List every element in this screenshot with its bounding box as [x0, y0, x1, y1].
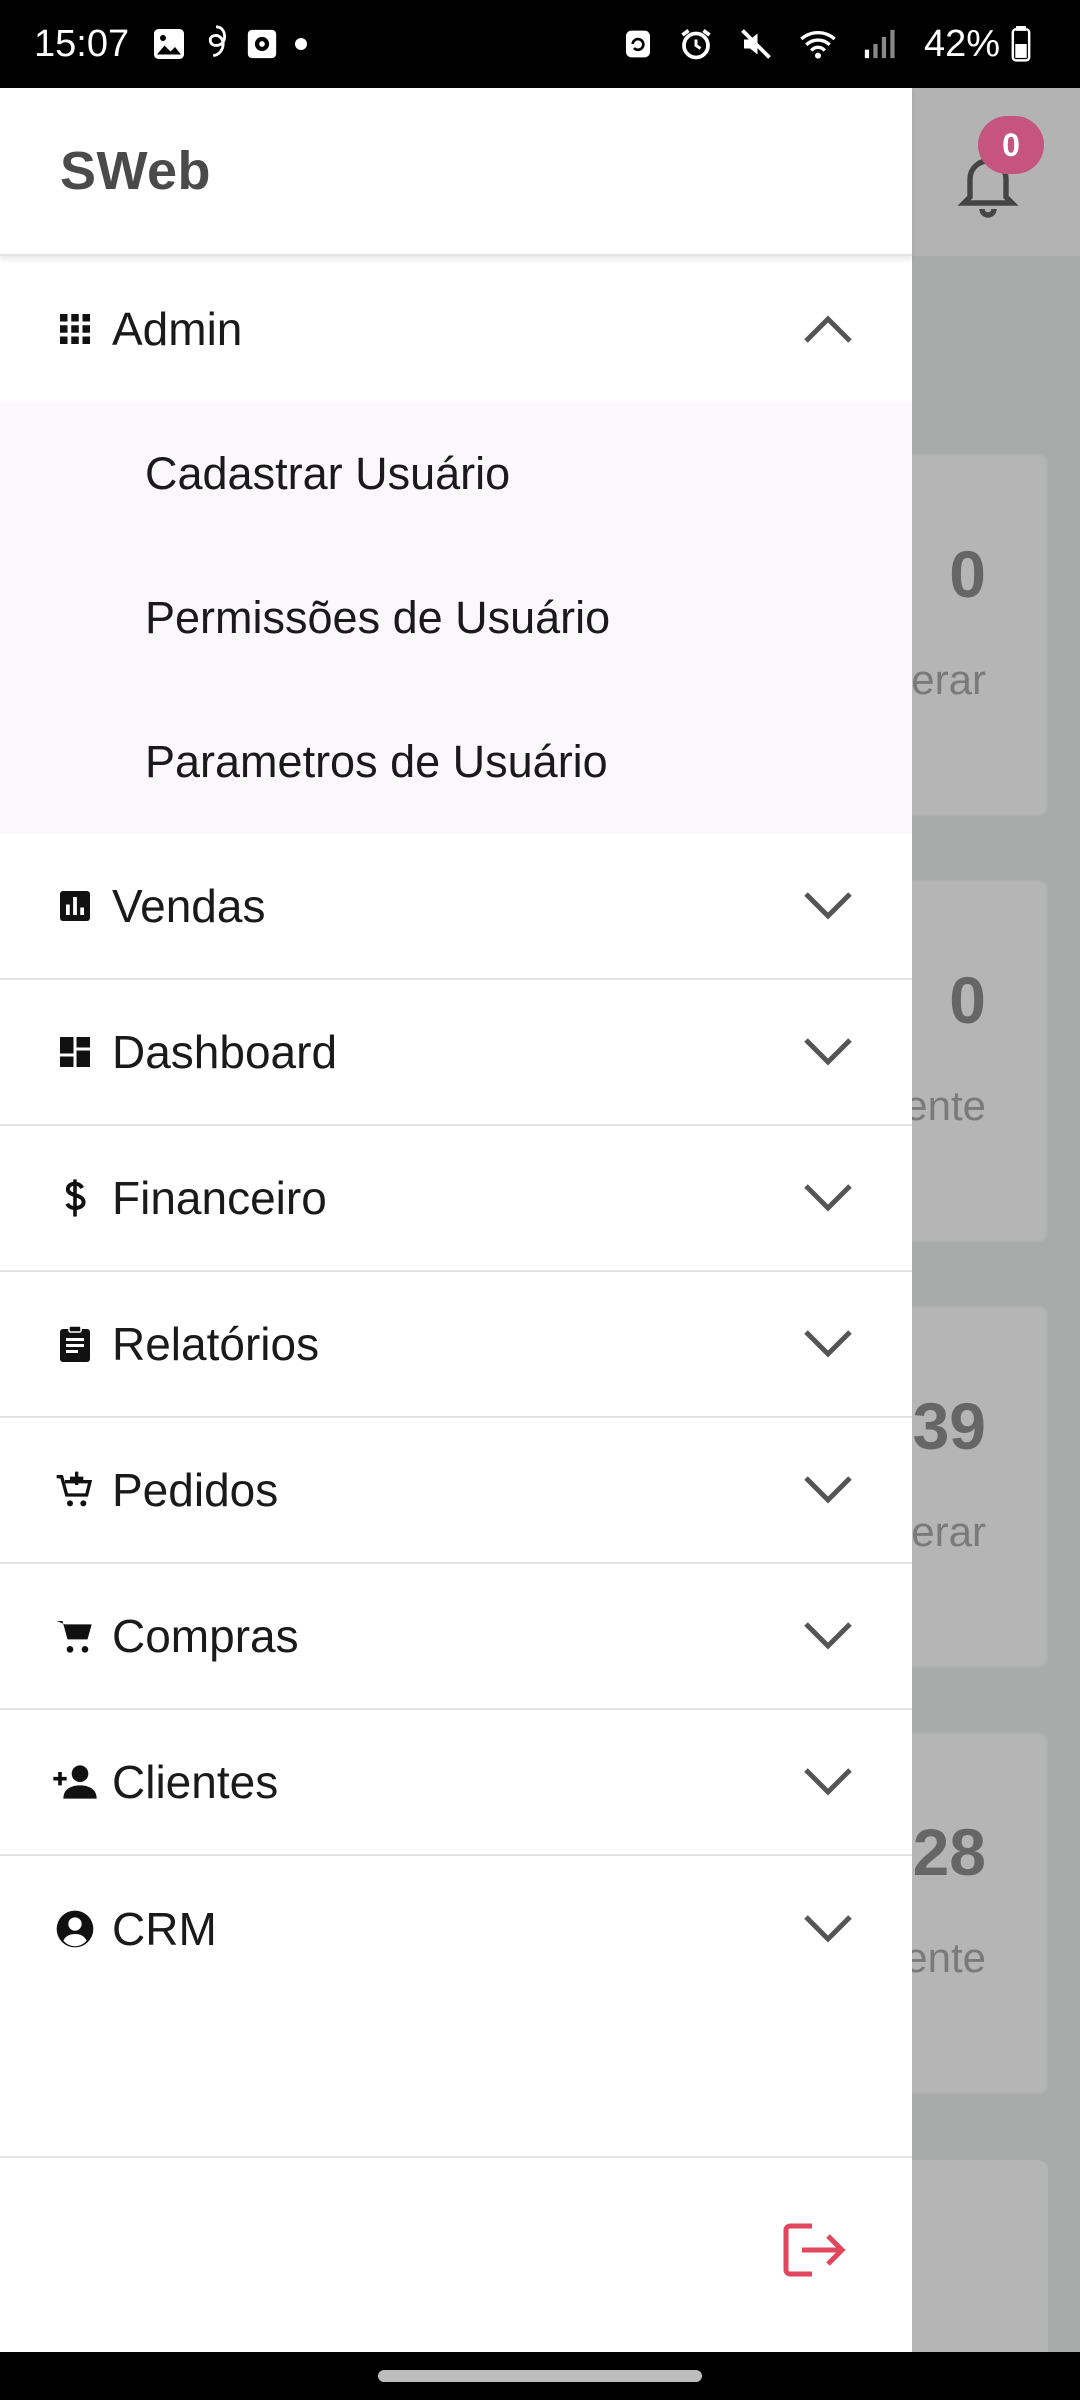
card-value: 39: [912, 1389, 986, 1463]
menu-item-label: Dashboard: [112, 1026, 338, 1078]
menu-item-label: Clientes: [112, 1756, 279, 1808]
clock: 15:07: [34, 22, 130, 65]
battery-icon: [1010, 26, 1032, 62]
chevron-up-icon[interactable]: [800, 309, 856, 349]
add-person-icon: [52, 1759, 98, 1805]
apps-grid-icon: [52, 306, 98, 352]
signal-icon: [862, 27, 896, 61]
dollar-icon: [52, 1175, 98, 1221]
card-label: ente: [904, 1934, 986, 1981]
screen: 15:07 42% 0 0 erar 0 ente 39 erar 28 ent…: [0, 0, 1080, 2400]
account-circle-icon: [52, 1906, 98, 1952]
system-navigation-bar: [0, 2352, 1080, 2400]
card-value: 0: [949, 537, 986, 611]
menu-item-clientes[interactable]: Clientes: [0, 1710, 912, 1856]
logout-icon[interactable]: [782, 2222, 848, 2278]
status-right: 42%: [622, 23, 1046, 66]
wifi-icon: [798, 26, 838, 62]
card-label: erar: [911, 656, 986, 703]
chevron-down-icon[interactable]: [800, 1032, 856, 1072]
menu-item-financeiro[interactable]: Financeiro: [0, 1126, 912, 1272]
menu-item-label: Pedidos: [112, 1464, 279, 1516]
menu-item-dashboard[interactable]: Dashboard: [0, 980, 912, 1126]
app-title: SWeb: [60, 141, 212, 201]
threads-icon: [201, 24, 231, 64]
menu-item-label: Financeiro: [112, 1172, 327, 1224]
add-cart-icon: [52, 1467, 98, 1513]
chevron-down-icon[interactable]: [800, 1470, 856, 1510]
cart-icon: [52, 1613, 98, 1659]
submenu-item-cadastrar-usuario[interactable]: Cadastrar Usuário: [0, 402, 912, 546]
card-value: 0: [949, 963, 986, 1037]
card-label: ente: [904, 1082, 986, 1129]
chevron-down-icon[interactable]: [800, 1616, 856, 1656]
gallery-icon: [151, 26, 187, 62]
screen-recorder-icon: [245, 26, 279, 62]
menu-item-admin[interactable]: Admin: [0, 256, 912, 402]
dashboard-icon: [52, 1029, 98, 1075]
card-value: 28: [912, 1815, 986, 1889]
chevron-down-icon[interactable]: [800, 1178, 856, 1218]
menu-item-label: Compras: [112, 1610, 299, 1662]
menu-item-label: CRM: [112, 1903, 217, 1955]
submenu-item-parametros-usuario[interactable]: Parametros de Usuário: [0, 690, 912, 834]
menu-item-vendas[interactable]: Vendas: [0, 834, 912, 980]
chevron-down-icon[interactable]: [800, 886, 856, 926]
menu-item-pedidos[interactable]: Pedidos: [0, 1418, 912, 1564]
card-label: erar: [911, 1508, 986, 1555]
home-gesture-handle[interactable]: [378, 2370, 702, 2382]
navigation-drawer: SWeb Admin Cadastrar Usuário Permissões …: [0, 88, 912, 2352]
lock-rotate-icon: [622, 26, 654, 62]
battery-percent: 42%: [923, 22, 1000, 65]
status-bar: 15:07 42%: [0, 0, 1080, 88]
drawer-header: SWeb: [0, 88, 912, 256]
bar-chart-icon: [52, 883, 98, 929]
clipboard-icon: [52, 1321, 98, 1367]
admin-submenu: Cadastrar Usuário Permissões de Usuário …: [0, 402, 912, 834]
menu-item-crm[interactable]: CRM: [0, 1856, 912, 2002]
dot-icon: [293, 36, 309, 52]
menu-item-label: Admin: [112, 303, 243, 355]
menu-item-compras[interactable]: Compras: [0, 1564, 912, 1710]
menu-item-label: Vendas: [112, 880, 266, 932]
alarm-icon: [678, 26, 714, 62]
mute-icon: [738, 26, 774, 62]
menu-item-relatorios[interactable]: Relatórios: [0, 1272, 912, 1418]
drawer-footer: [0, 2156, 912, 2352]
chevron-down-icon[interactable]: [800, 1324, 856, 1364]
chevron-down-icon[interactable]: [800, 1762, 856, 1802]
notification-badge: 0: [978, 116, 1044, 174]
chevron-down-icon[interactable]: [800, 1909, 856, 1949]
submenu-item-permissoes-usuario[interactable]: Permissões de Usuário: [0, 546, 912, 690]
menu-item-label: Relatórios: [112, 1318, 320, 1370]
